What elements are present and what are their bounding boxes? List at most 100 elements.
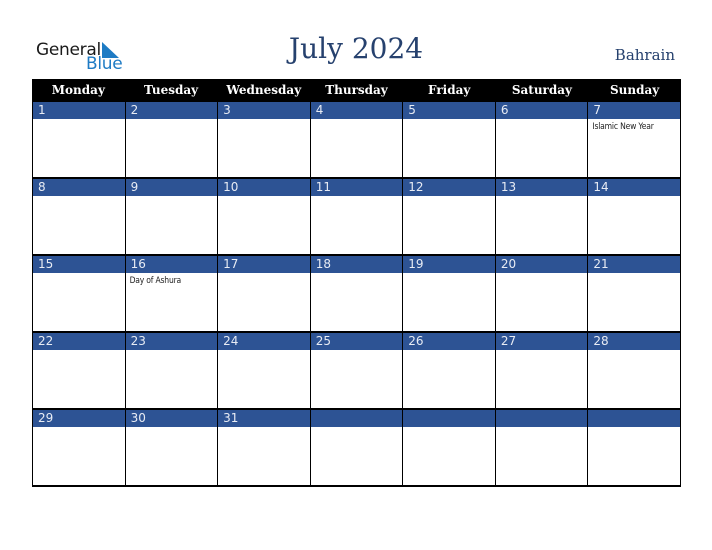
day-number: 8 [33,179,125,196]
day-cell[interactable]: 26 [403,333,496,408]
day-cell[interactable]: 7 Islamic New Year [588,102,681,177]
day-cell[interactable] [310,410,404,485]
day-number: 18 [310,256,403,273]
holiday-label [311,119,403,122]
country-label: Bahrain [614,46,675,64]
weekday-header: Monday Tuesday Wednesday Thursday Friday… [32,79,681,102]
day-cell[interactable]: 22 [33,333,126,408]
day-cell[interactable]: 31 [218,410,311,485]
day-number [495,410,588,427]
day-cell[interactable] [403,410,496,485]
day-cell[interactable]: 15 [33,256,126,331]
holiday-label [218,119,310,122]
day-number: 4 [310,102,403,119]
weekday-wednesday: Wednesday [226,83,302,97]
page-title: July 2024 [288,32,424,65]
day-cell[interactable]: 28 [588,333,681,408]
week-row: 15 16 Day of Ashura 17 18 19 20 21 [32,256,681,333]
day-number: 15 [33,256,125,273]
holiday-label [403,350,495,353]
holiday-label [588,427,680,430]
holiday-label [588,350,680,353]
day-cell[interactable]: 14 [588,179,681,254]
day-cell[interactable]: 5 [403,102,496,177]
day-cell[interactable]: 16 Day of Ashura [125,256,219,331]
day-cell[interactable]: 3 [218,102,311,177]
day-cell[interactable]: 8 [33,179,126,254]
day-cell[interactable]: 29 [33,410,126,485]
day-number: 19 [403,256,495,273]
day-cell[interactable]: 17 [218,256,311,331]
day-number: 6 [495,102,588,119]
weeks-container: 1 2 3 4 5 6 7 Islamic New Year 8 9 10 11 12 13 14 15 16 D… [32,102,681,487]
holiday-label [218,196,310,199]
holiday-label [311,273,403,276]
day-number: 29 [33,410,125,427]
holiday-label [126,196,218,199]
holiday-label [588,273,680,276]
weekday-saturday: Saturday [511,83,572,97]
day-cell[interactable]: 30 [125,410,219,485]
weekday-thursday: Thursday [325,83,388,97]
day-number: 3 [218,102,310,119]
holiday-label [33,350,125,353]
day-cell[interactable] [495,410,589,485]
day-number [310,410,403,427]
day-number: 24 [218,333,310,350]
holiday-label [33,196,125,199]
day-cell[interactable]: 10 [218,179,311,254]
weekday-sunday: Sunday [610,83,660,97]
holiday-label [33,119,125,122]
day-cell[interactable]: 12 [403,179,496,254]
day-number [588,410,680,427]
day-number: 26 [403,333,495,350]
day-number: 9 [125,179,218,196]
day-number: 31 [218,410,310,427]
day-cell[interactable]: 19 [403,256,496,331]
day-cell[interactable]: 4 [310,102,404,177]
holiday-label [403,119,495,122]
day-number: 12 [403,179,495,196]
day-cell[interactable]: 18 [310,256,404,331]
day-cell[interactable]: 13 [495,179,589,254]
day-number: 7 [588,102,680,119]
day-cell[interactable]: 6 [495,102,589,177]
holiday-label [126,350,218,353]
day-number: 23 [125,333,218,350]
day-cell[interactable]: 9 [125,179,219,254]
calendar-grid: Monday Tuesday Wednesday Thursday Friday… [32,79,681,487]
day-number: 20 [495,256,588,273]
holiday-label [496,196,588,199]
holiday-label [496,427,588,430]
day-cell[interactable]: 25 [310,333,404,408]
day-number: 13 [495,179,588,196]
day-cell[interactable]: 2 [125,102,219,177]
day-cell[interactable]: 20 [495,256,589,331]
holiday-label [311,350,403,353]
day-number: 27 [495,333,588,350]
day-number [403,410,495,427]
day-cell[interactable]: 11 [310,179,404,254]
holiday-label [33,273,125,276]
day-cell[interactable]: 23 [125,333,219,408]
holiday-label [33,427,125,430]
day-number: 25 [310,333,403,350]
weekday-tuesday: Tuesday [144,83,199,97]
day-cell[interactable] [588,410,681,485]
weekday-monday: Monday [51,83,105,97]
day-number: 14 [588,179,680,196]
day-cell[interactable]: 21 [588,256,681,331]
holiday-label [496,350,588,353]
holiday-label [403,273,495,276]
week-row: 1 2 3 4 5 6 7 Islamic New Year [32,102,681,179]
day-number: 5 [403,102,495,119]
day-cell[interactable]: 27 [495,333,589,408]
day-number: 22 [33,333,125,350]
day-cell[interactable]: 1 [33,102,126,177]
day-number: 30 [125,410,218,427]
holiday-label [588,196,680,199]
day-number: 28 [588,333,680,350]
holiday-label [496,119,588,122]
day-cell[interactable]: 24 [218,333,311,408]
day-number: 1 [33,102,125,119]
